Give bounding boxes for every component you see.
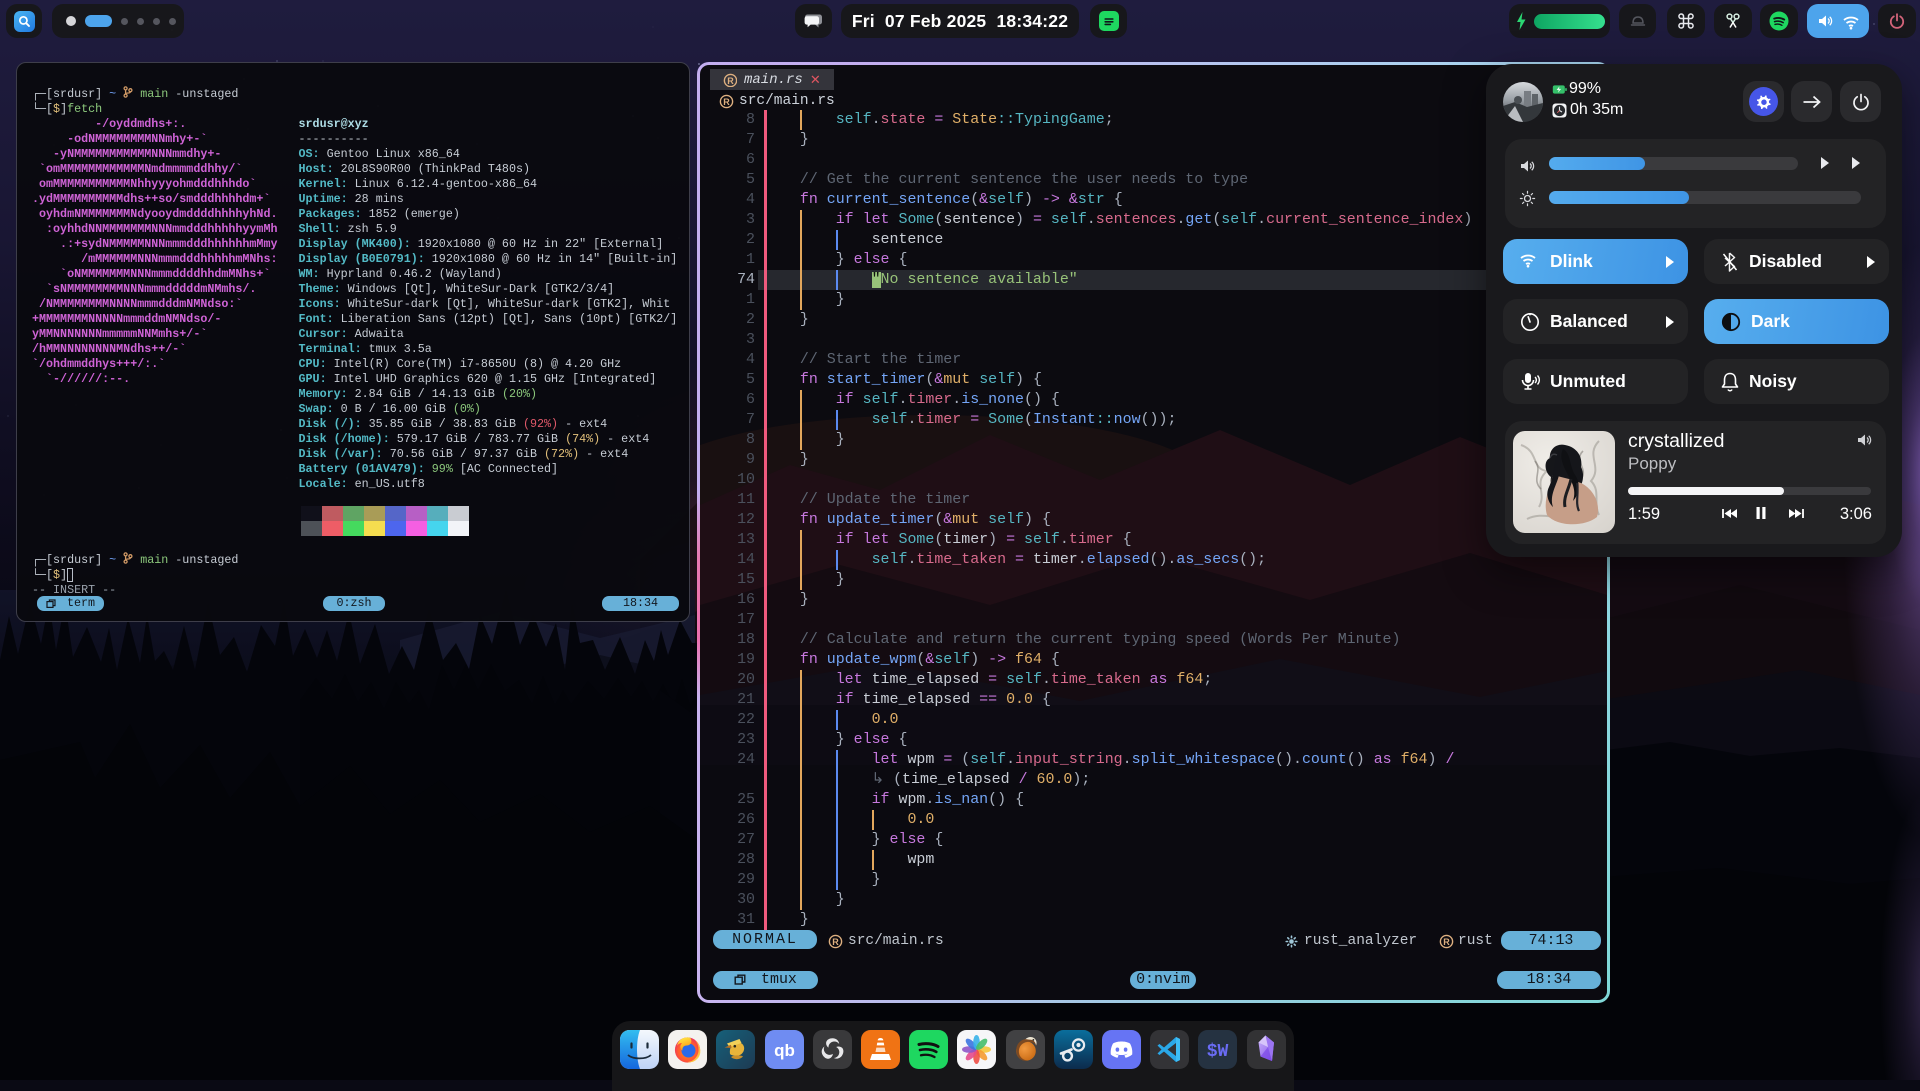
svg-text:qb: qb [774,1041,795,1060]
svg-text:$W: $W [1207,1042,1229,1062]
svg-text:R: R [723,96,730,106]
svg-text:R: R [832,936,839,946]
svg-text:R: R [1443,936,1450,946]
svg-text:R: R [727,75,734,85]
